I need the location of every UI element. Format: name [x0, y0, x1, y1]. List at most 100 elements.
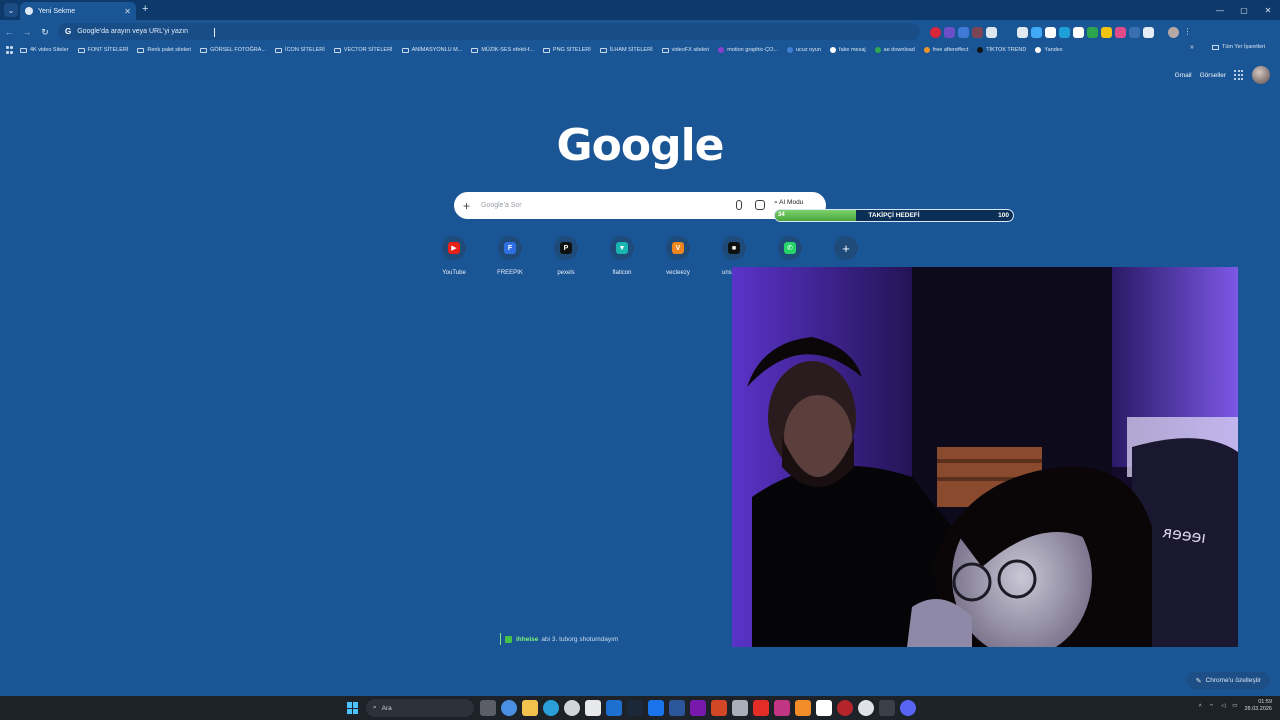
shortcut-tile[interactable]: Vvecteezy — [650, 236, 706, 276]
shortcut-circle: V — [666, 236, 690, 260]
menu-icon[interactable]: ⋮ — [1182, 27, 1193, 38]
app-icon[interactable] — [795, 700, 811, 716]
pen-icon[interactable] — [1017, 26, 1028, 38]
extension-icon[interactable] — [1087, 26, 1098, 38]
bookmark-item[interactable]: fake mesaj — [830, 47, 866, 53]
reload-icon[interactable]: ↻ — [36, 23, 54, 41]
extension-icon[interactable] — [1059, 26, 1070, 38]
search-input[interactable]: Google'a Sor — [481, 202, 522, 209]
notion-icon[interactable] — [816, 700, 832, 716]
tab-new-tab[interactable]: Yeni Sekme ✕ — [20, 2, 136, 20]
bookmark-item[interactable]: İLHAM SİTELERİ — [599, 47, 653, 53]
store-icon[interactable] — [585, 700, 601, 716]
extension-icon[interactable] — [986, 26, 997, 38]
bookmark-item[interactable]: free aftereffect — [923, 47, 968, 53]
bookmark-item[interactable]: videoFX siteleri — [661, 47, 709, 53]
folder-icon — [333, 47, 341, 53]
word-icon[interactable] — [669, 700, 685, 716]
back-icon[interactable]: ← — [0, 23, 18, 41]
copilot-icon[interactable] — [501, 700, 517, 716]
app-icon[interactable] — [732, 700, 748, 716]
bookmark-item[interactable]: PNG SİTELERİ — [542, 47, 591, 53]
gmail-link[interactable]: Gmail — [1175, 72, 1192, 79]
search-box[interactable]: + Google'a Sor ⌕ AI Modu — [454, 192, 826, 219]
discord-icon[interactable] — [900, 700, 916, 716]
app-icon[interactable] — [858, 700, 874, 716]
bookmark-item[interactable]: TİKTOK TREND — [977, 47, 1026, 53]
clock[interactable]: 01:59 28.03.2026 — [1244, 699, 1272, 713]
shortcut-tile[interactable]: Ppexels — [538, 236, 594, 276]
app-icon[interactable] — [837, 700, 853, 716]
play-icon[interactable] — [1031, 26, 1042, 38]
extension-icon[interactable] — [972, 26, 983, 38]
apps-icon[interactable] — [6, 46, 14, 54]
shortcut-tile[interactable]: ▶ YouTube — [426, 236, 482, 276]
bookmark-label: motion graphic-ÇO... — [727, 47, 778, 53]
app-icon[interactable] — [879, 700, 895, 716]
microphone-icon[interactable] — [736, 200, 742, 210]
battery-icon[interactable]: ▭ — [1232, 703, 1237, 709]
bookmark-item[interactable]: FONT SİTELERİ — [77, 47, 128, 53]
task-view-icon[interactable] — [480, 700, 496, 716]
extension-icon[interactable] — [930, 26, 941, 38]
close-window-icon[interactable]: ✕ — [1256, 0, 1280, 20]
bookmark-item[interactable]: ANİMASYONLU M... — [401, 47, 462, 53]
bookmark-favicon-icon — [923, 47, 930, 53]
windows-start-icon[interactable] — [347, 702, 359, 714]
shield-icon[interactable] — [1045, 26, 1056, 38]
extension-icon[interactable] — [958, 26, 969, 38]
profile-avatar[interactable] — [1168, 26, 1179, 38]
tab-search-button[interactable]: ⌄ — [4, 3, 18, 17]
extension-icon[interactable] — [1073, 26, 1084, 38]
extension-icon[interactable] — [1101, 26, 1112, 38]
forward-icon[interactable]: → — [18, 23, 36, 41]
bookmark-item[interactable]: MÜZİK-SES efekti-f... — [471, 47, 534, 53]
steam-icon[interactable] — [627, 700, 643, 716]
app-icon[interactable] — [606, 700, 622, 716]
customize-chrome-button[interactable]: ✎ Chrome'u özelleştir — [1186, 672, 1270, 689]
extensions-puzzle-icon[interactable] — [1143, 26, 1154, 38]
bookmark-item[interactable]: ae download — [874, 47, 915, 53]
bookmark-item[interactable]: motion graphic-ÇO... — [718, 47, 778, 53]
chevron-up-icon[interactable]: ˄ — [1199, 703, 1202, 709]
file-explorer-icon[interactable] — [522, 700, 538, 716]
images-link[interactable]: Görseller — [1200, 72, 1226, 79]
bookmark-item[interactable]: GÖRSEL FOTOĞRA... — [200, 47, 266, 53]
minimize-icon[interactable]: — — [1208, 0, 1232, 20]
network-icon[interactable]: ⌔ — [1209, 703, 1214, 710]
maximize-icon[interactable]: ▢ — [1232, 0, 1256, 20]
address-bar[interactable]: G Google'da arayın veya URL'yi yazın — [58, 23, 920, 40]
goal-label: TAKİPÇİ HEDEFİ — [868, 212, 920, 219]
powerpoint-icon[interactable] — [711, 700, 727, 716]
bookmark-item[interactable]: 4K video Siteler — [20, 47, 69, 53]
edge-icon[interactable] — [543, 700, 559, 716]
bookmarks-overflow-icon[interactable]: » — [1190, 44, 1194, 51]
lens-icon[interactable] — [755, 200, 765, 210]
new-tab-button[interactable]: + — [142, 4, 148, 15]
ai-mode-button[interactable]: ⌕ AI Modu — [774, 199, 803, 207]
bookmark-item[interactable]: İCON SİTELERİ — [275, 47, 325, 53]
shortcut-icon: ▶ — [448, 242, 460, 254]
all-bookmarks[interactable]: Tüm Yer İşaretleri — [1212, 44, 1265, 50]
app-icon[interactable] — [648, 700, 664, 716]
bookmark-item[interactable]: Yandex — [1035, 47, 1063, 53]
plus-icon[interactable]: + — [463, 199, 473, 213]
volume-icon[interactable]: ◁ — [1221, 703, 1225, 709]
onenote-icon[interactable] — [690, 700, 706, 716]
extension-icon[interactable] — [1115, 26, 1126, 38]
bookmark-item[interactable]: VECTOR SİTELERİ — [333, 47, 393, 53]
chrome-icon[interactable] — [564, 700, 580, 716]
extension-icon[interactable] — [1129, 26, 1140, 38]
bookmark-item[interactable]: ucuz oyun — [786, 47, 821, 53]
bookmark-item[interactable]: Renk palet siteleri — [137, 47, 191, 53]
shortcut-tile[interactable]: ▼ flaticon — [594, 236, 650, 276]
instagram-icon[interactable] — [774, 700, 790, 716]
google-apps-icon[interactable] — [1234, 70, 1244, 80]
close-icon[interactable]: ✕ — [124, 7, 131, 16]
app-icon[interactable] — [753, 700, 769, 716]
account-avatar[interactable] — [1252, 66, 1270, 84]
folder-icon — [471, 47, 479, 53]
extension-icon[interactable] — [944, 26, 955, 38]
shortcut-tile[interactable]: F FREEPIK — [482, 236, 538, 276]
taskbar-search[interactable]: ⌕ Ara — [366, 699, 474, 717]
